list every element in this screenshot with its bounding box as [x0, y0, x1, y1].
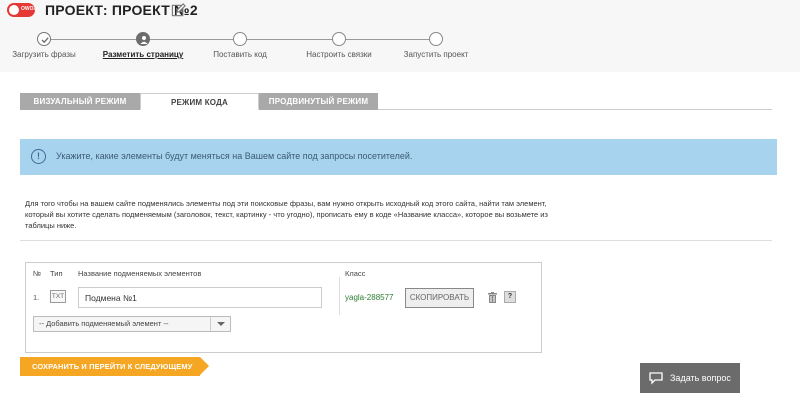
header-class: Класс [345, 269, 366, 278]
logo-text: OWOX [21, 6, 37, 12]
logo-toggle-dot [9, 5, 19, 15]
info-exclamation-icon: ! [31, 149, 46, 164]
step-label-install-code[interactable]: Поставить код [213, 50, 267, 59]
element-name-input[interactable] [78, 287, 322, 308]
tab-code-mode[interactable]: РЕЖИМ КОДА [140, 93, 259, 110]
step-2-user-icon[interactable] [136, 32, 150, 46]
info-banner: ! Укажите, какие элементы будут меняться… [20, 139, 777, 175]
step-label-markup-page[interactable]: Разметить страницу [103, 50, 184, 59]
type-txt-badge: TXT [50, 290, 66, 303]
chevron-down-icon [210, 317, 230, 331]
add-element-select-value: -- Добавить подменяемый элемент -- [39, 319, 169, 328]
class-name-value: yagla-288577 [345, 293, 394, 302]
step-label-configure-links[interactable]: Настроить связки [306, 50, 371, 59]
logo[interactable]: OWOX [7, 3, 37, 17]
step-1-done-icon[interactable] [37, 32, 51, 46]
column-divider [339, 277, 340, 315]
chat-bubble-icon [649, 372, 663, 385]
edit-icon[interactable] [171, 3, 186, 18]
ask-question-label: Задать вопрос [670, 373, 731, 383]
save-and-next-button[interactable]: СОХРАНИТЬ И ПЕРЕЙТИ К СЛЕДУЮЩЕМУ ШАГУ [20, 357, 209, 390]
add-element-select[interactable]: -- Добавить подменяемый элемент -- [33, 316, 231, 332]
step-label-upload-phrases[interactable]: Загрузить фразы [12, 50, 76, 59]
instructions-text: Для того чтобы на вашем сайте подменялис… [25, 199, 548, 230]
step-3-circle[interactable] [233, 32, 247, 46]
help-question-button[interactable]: ? [504, 291, 516, 303]
header: OWOX ПРОЕКТ: ПРОЕКТ №2 Загрузить фразы Р… [0, 0, 800, 72]
header-name: Название подменяемых элементов [78, 269, 202, 278]
step-4-circle[interactable] [332, 32, 346, 46]
header-num: № [33, 269, 42, 278]
ask-question-button[interactable]: Задать вопрос [640, 363, 740, 393]
copy-button[interactable]: СКОПИРОВАТЬ [405, 288, 474, 308]
section-divider [20, 240, 772, 241]
tab-advanced-mode[interactable]: ПРОДВИНУТЫЙ РЕЖИМ [259, 93, 378, 110]
info-text: Укажите, какие элементы будут меняться н… [56, 151, 413, 161]
elements-table: № Тип Название подменяемых элементов Кла… [25, 262, 542, 353]
step-5-circle[interactable] [429, 32, 443, 46]
tab-visual-mode[interactable]: ВИЗУАЛЬНЫЙ РЕЖИМ [20, 93, 140, 110]
row-number: 1. [33, 293, 40, 302]
trash-icon[interactable] [488, 292, 497, 303]
step-label-launch-project[interactable]: Запустить проект [404, 50, 469, 59]
header-type: Тип [50, 269, 63, 278]
